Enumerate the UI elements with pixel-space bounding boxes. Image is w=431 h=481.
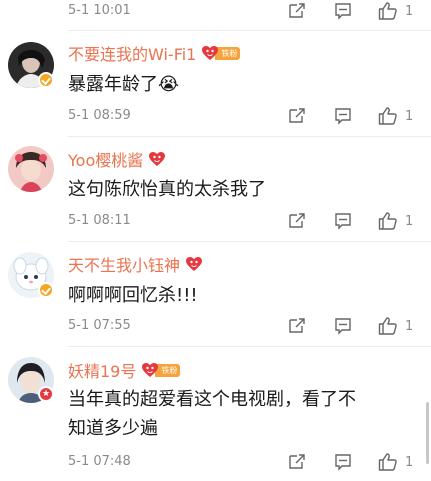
like-icon — [378, 317, 397, 335]
like-count: 1 — [405, 3, 414, 19]
share-button[interactable] — [288, 106, 306, 126]
fan-heart-icon — [141, 362, 159, 378]
comment-time: 5-1 08:59 — [68, 108, 131, 123]
username[interactable]: 不要连我的Wi-Fi1 — [68, 41, 196, 65]
reply-button[interactable] — [334, 1, 352, 21]
share-button[interactable] — [288, 1, 306, 21]
share-icon — [289, 213, 305, 228]
user-row: 妖精19号 铁粉 — [68, 358, 181, 382]
verified-badge-icon — [38, 72, 54, 88]
comment-icon — [335, 3, 351, 20]
comment-text: 这句陈欣怡真的太杀我了 — [68, 179, 266, 200]
username[interactable]: 妖精19号 — [68, 358, 136, 382]
comment-actions: 1 — [286, 452, 416, 472]
comment-text: 暴露年龄了😭 — [68, 74, 180, 95]
comment-icon — [335, 454, 351, 471]
reply-button[interactable] — [334, 316, 352, 336]
share-icon — [289, 108, 305, 123]
verified-badge-icon — [38, 282, 54, 298]
like-button[interactable]: 1 — [378, 106, 413, 126]
share-button[interactable] — [288, 211, 306, 231]
user-row: 不要连我的Wi-Fi1 铁粉 — [68, 41, 241, 65]
comment-time: 5-1 07:55 — [68, 318, 131, 333]
comment-actions: 1 — [286, 316, 416, 336]
member-badge-icon: ★ — [38, 386, 54, 402]
like-icon — [378, 453, 397, 471]
like-button[interactable]: 1 — [378, 316, 413, 336]
comment-time: 5-1 07:48 — [68, 454, 131, 469]
fan-badge: 铁粉 — [141, 362, 181, 378]
like-icon — [378, 212, 397, 230]
share-button[interactable] — [288, 452, 306, 472]
comment-time: 5-1 10:01 — [68, 3, 131, 18]
comment-text-line-1: 当年真的超爱看这个电视剧，看了不 — [68, 389, 356, 410]
comment-icon — [335, 318, 351, 335]
divider — [68, 241, 431, 242]
fan-heart-icon — [185, 256, 203, 272]
like-count: 1 — [405, 318, 414, 334]
divider — [68, 136, 431, 137]
reply-button[interactable] — [334, 211, 352, 231]
like-icon — [378, 107, 397, 125]
like-icon — [378, 2, 397, 20]
username[interactable]: 天不生我小钰神 — [68, 252, 180, 276]
comment-text: 啊啊啊回忆杀!!! — [68, 285, 198, 306]
fan-badge — [148, 151, 166, 167]
like-count: 1 — [405, 454, 414, 470]
comment-actions: 1 — [286, 1, 416, 21]
fan-heart-icon — [148, 151, 166, 167]
like-button[interactable]: 1 — [378, 452, 413, 472]
fan-badge: 铁粉 — [201, 45, 241, 61]
share-button[interactable] — [288, 316, 306, 336]
comment-actions: 1 — [286, 106, 416, 126]
like-button[interactable]: 1 — [378, 1, 413, 21]
user-row: Yoo樱桃酱 — [68, 148, 166, 170]
user-row: 天不生我小钰神 — [68, 253, 203, 275]
like-count: 1 — [405, 213, 414, 229]
share-icon — [289, 3, 305, 18]
username[interactable]: Yoo樱桃酱 — [68, 147, 143, 171]
divider — [68, 346, 431, 347]
like-button[interactable]: 1 — [378, 211, 413, 231]
avatar[interactable] — [8, 146, 54, 192]
divider — [68, 30, 431, 31]
reply-button[interactable] — [334, 106, 352, 126]
fan-badge — [185, 256, 203, 272]
reply-button[interactable] — [334, 452, 352, 472]
comment-text-line-2: 知道多少遍 — [68, 418, 158, 439]
share-icon — [289, 454, 305, 469]
like-count: 1 — [405, 108, 414, 124]
share-icon — [289, 318, 305, 333]
comment-icon — [335, 108, 351, 125]
comment-actions: 1 — [286, 211, 416, 231]
comment-time: 5-1 08:11 — [68, 213, 131, 228]
comment-icon — [335, 213, 351, 230]
fan-heart-icon — [201, 45, 219, 61]
scrollbar[interactable] — [426, 402, 429, 464]
